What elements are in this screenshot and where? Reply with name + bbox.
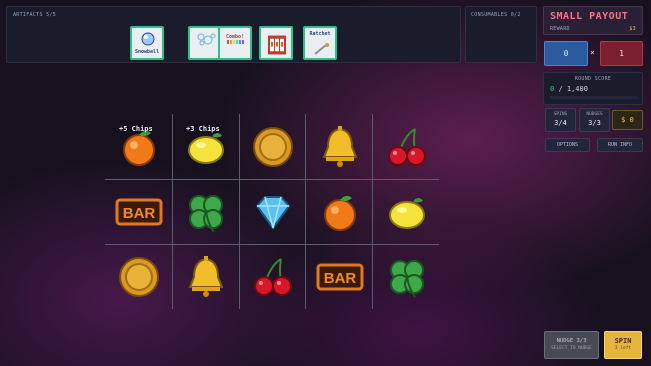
reels-grid: BAR BAR +5 Chips +3 Chips bbox=[105, 114, 439, 309]
run-info-button[interactable]: RUN INFO bbox=[597, 138, 643, 152]
reel-cell-coin bbox=[105, 244, 172, 309]
reel-cell-lemon bbox=[172, 114, 239, 179]
chips-score: 0 bbox=[544, 41, 588, 66]
spin-hint: 3 left bbox=[614, 346, 632, 351]
artifact-ratchet[interactable]: Ratchet bbox=[303, 26, 337, 60]
nudges-value: 3/3 bbox=[588, 119, 601, 127]
bar-text: BAR bbox=[323, 270, 356, 287]
multiply-sign: × bbox=[590, 48, 595, 57]
nudge-hint: SELECT TO NUDGE bbox=[551, 346, 592, 351]
clover-icon bbox=[389, 259, 424, 298]
reel-cell-bar: BAR bbox=[306, 244, 373, 309]
spin-label: SPIN bbox=[614, 337, 632, 345]
round-score-progress bbox=[550, 96, 638, 99]
artifacts-panel: ARTIFACTS 5/5 Snowball Combo! Ratchet bbox=[6, 6, 461, 63]
reward-value: $3 bbox=[629, 26, 636, 32]
combo-icon bbox=[227, 40, 244, 44]
blind-title: SMALL PAYOUT bbox=[550, 11, 629, 22]
bar-text: BAR bbox=[122, 205, 155, 222]
snowball-icon bbox=[141, 32, 155, 46]
clover-icon bbox=[188, 194, 223, 233]
round-score-target: / 1,400 bbox=[558, 85, 588, 93]
reel-cell-cherry bbox=[373, 114, 440, 179]
mult-score: 1 bbox=[600, 41, 643, 66]
orange-icon bbox=[323, 195, 356, 231]
artifact-slot-machine[interactable] bbox=[259, 26, 293, 60]
bar-icon: BAR bbox=[115, 198, 162, 225]
reel-cell-clover bbox=[172, 179, 239, 244]
lemon-icon bbox=[388, 197, 425, 229]
spins-label: SPINS bbox=[553, 112, 568, 117]
ratchet-icon bbox=[314, 43, 329, 55]
consumables-panel: CONSUMABLES 0/2 bbox=[465, 6, 537, 63]
bell-icon bbox=[188, 255, 223, 297]
bar-icon: BAR bbox=[316, 263, 363, 290]
spin-button[interactable]: SPIN 3 left bbox=[604, 331, 642, 359]
round-score-current: 0 bbox=[550, 85, 555, 93]
reel-cell-coin bbox=[239, 114, 306, 179]
artifact-combo[interactable]: Combo! bbox=[218, 26, 252, 60]
bell-icon bbox=[322, 125, 357, 167]
slot-machine-icon bbox=[268, 35, 286, 55]
reward-label: REWARD bbox=[550, 26, 570, 32]
round-score-header: ROUND SCORE bbox=[574, 76, 612, 82]
round-score-value: 0 / 1,400 bbox=[550, 85, 588, 93]
cherry-icon bbox=[253, 257, 292, 296]
artifact-label: Ratchet bbox=[309, 31, 331, 37]
bonus-chips-label: +3 Chips bbox=[186, 125, 220, 133]
nudge-label: NUDGE 3/3 bbox=[556, 338, 587, 344]
spins-value: 3/4 bbox=[554, 119, 567, 127]
artifact-bubbles[interactable] bbox=[188, 26, 222, 60]
artifact-snowball[interactable]: Snowball bbox=[130, 26, 164, 60]
diamond-icon bbox=[255, 195, 290, 230]
artifact-label: Snowball bbox=[134, 49, 160, 55]
reel-cell-bar: BAR bbox=[105, 179, 172, 244]
reel-cell-lemon bbox=[373, 179, 440, 244]
artifacts-header: ARTIFACTS 5/5 bbox=[13, 12, 57, 18]
consumables-header: CONSUMABLES 0/2 bbox=[471, 12, 521, 18]
options-button[interactable]: OPTIONS bbox=[545, 138, 590, 152]
nudges-stat: NUDGES 3/3 bbox=[579, 108, 610, 132]
reel-cell-diamond bbox=[239, 179, 306, 244]
coin-icon bbox=[252, 126, 293, 167]
round-score-panel: ROUND SCORE 0 / 1,400 bbox=[543, 72, 643, 105]
reel-cell-orange bbox=[306, 179, 373, 244]
bubbles-icon bbox=[197, 33, 216, 46]
bonus-chips-label: +5 Chips bbox=[119, 125, 153, 133]
reel-cell-orange bbox=[105, 114, 172, 179]
cherry-icon bbox=[387, 127, 426, 166]
nudges-label: NUDGES bbox=[586, 112, 603, 117]
reel-cell-clover bbox=[373, 244, 440, 309]
gold-counter: $ 0 bbox=[612, 110, 643, 130]
coin-icon bbox=[118, 256, 159, 297]
spins-stat: SPINS 3/4 bbox=[545, 108, 576, 132]
nudge-button[interactable]: NUDGE 3/3 SELECT TO NUDGE bbox=[544, 331, 599, 359]
reel-cell-cherry bbox=[239, 244, 306, 309]
reel-cell-bell bbox=[172, 244, 239, 309]
reel-cell-bell bbox=[306, 114, 373, 179]
blind-panel: SMALL PAYOUT REWARD $3 bbox=[543, 6, 643, 35]
